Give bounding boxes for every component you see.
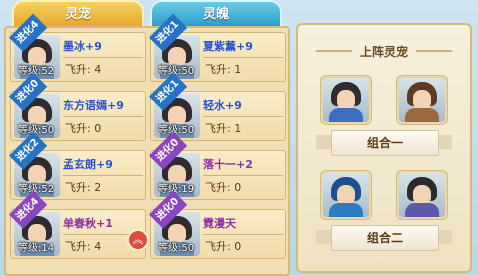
fly-value: 飞升: 0 [205, 181, 242, 194]
divider [63, 175, 143, 176]
divider [203, 175, 283, 176]
fly-value: 飞升: 1 [205, 63, 242, 76]
pet-name: 轻水+9 [203, 99, 242, 112]
level-label: 等级:14 [18, 243, 55, 254]
divider [63, 116, 143, 117]
pet-name: 霓漫天 [203, 217, 236, 230]
pet-name: 东方语嫣+9 [63, 99, 124, 112]
deployed-pets-panel: 上阵灵宠 组合一 组合二 [296, 23, 472, 273]
group1-button[interactable]: 组合一 [331, 130, 439, 156]
level-label: 等级:50 [158, 243, 195, 254]
pet-name: 墨冰+9 [63, 40, 102, 53]
pet-list-panel: 等级:52 进化4 墨冰+9 飞升: 4 等级:50 进化1 夏紫薰+9 飞升:… [4, 13, 290, 276]
double-up-arrow-icon[interactable]: ︽ [127, 229, 149, 251]
divider [203, 116, 283, 117]
group1-slot-1[interactable] [320, 75, 372, 125]
divider [63, 57, 143, 58]
fly-value: 飞升: 0 [205, 240, 242, 253]
group2-slot-2[interactable] [396, 170, 448, 220]
pet-name: 单春秋+1 [63, 217, 113, 230]
fly-value: 飞升: 4 [65, 240, 102, 253]
group2-button[interactable]: 组合二 [331, 225, 439, 251]
group2-slot-1[interactable] [320, 170, 372, 220]
fly-value: 飞升: 2 [65, 181, 102, 194]
divider [203, 57, 283, 58]
group1-slot-2[interactable] [396, 75, 448, 125]
fly-value: 飞升: 0 [65, 122, 102, 135]
pet-card-8[interactable]: 等级:50 进化0 霓漫天 飞升: 0 [149, 190, 286, 259]
pet-name: 落十一+2 [203, 158, 253, 171]
fly-value: 飞升: 4 [65, 63, 102, 76]
divider [203, 234, 283, 235]
pet-card-7[interactable]: 等级:14 进化4 单春秋+1 飞升: 4 [9, 190, 146, 259]
panel-title: 上阵灵宠 [359, 45, 408, 59]
fly-value: 飞升: 1 [205, 122, 242, 135]
pet-name: 孟玄朗+9 [63, 158, 113, 171]
pet-name: 夏紫薰+9 [203, 40, 253, 53]
